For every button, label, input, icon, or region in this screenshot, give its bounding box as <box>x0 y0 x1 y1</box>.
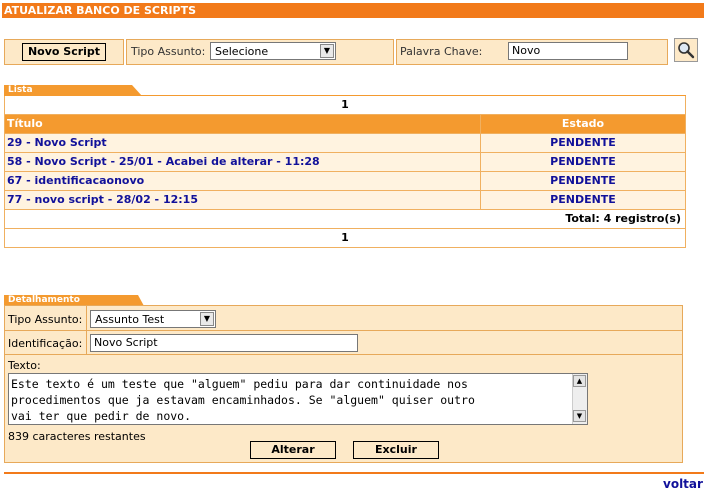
table-row[interactable]: 77 - novo script - 28/02 - 12:15 PENDENT… <box>5 191 685 210</box>
identificacao-input[interactable]: Novo Script <box>90 334 358 352</box>
scripts-table: 1 Título Estado 29 - Novo Script PENDENT… <box>4 96 686 248</box>
table-row[interactable]: 67 - identificacaonovo PENDENTE <box>5 172 685 191</box>
column-header-title: Título <box>5 115 481 133</box>
row-title[interactable]: 29 - Novo Script <box>5 134 481 152</box>
voltar-link[interactable]: voltar <box>663 477 703 491</box>
new-script-button[interactable]: Novo Script <box>22 43 106 61</box>
table-header: Título Estado <box>5 115 685 134</box>
page-number[interactable]: 1 <box>341 231 349 244</box>
row-title[interactable]: 58 - Novo Script - 25/01 - Acabei de alt… <box>5 153 481 171</box>
texto-content[interactable]: Este texto é um teste que "alguem" pediu… <box>11 376 571 424</box>
total-row: Total: 4 registro(s) <box>5 210 685 229</box>
table-row[interactable]: 29 - Novo Script PENDENTE <box>5 134 685 153</box>
pager-bottom: 1 <box>5 229 685 248</box>
palavra-chave-label: Palavra Chave: <box>400 45 483 58</box>
search-button[interactable] <box>674 38 698 62</box>
page-number[interactable]: 1 <box>341 98 349 111</box>
row-status: PENDENTE <box>550 136 616 149</box>
chevron-down-icon[interactable]: ▼ <box>200 312 214 326</box>
tipo-assunto-label: Tipo Assunto: <box>131 45 206 58</box>
scroll-down-icon[interactable]: ▼ <box>573 410 586 422</box>
row-status: PENDENTE <box>550 174 616 187</box>
row-status: PENDENTE <box>550 193 616 206</box>
column-header-status: Estado <box>561 117 605 130</box>
detail-tipo-assunto-label: Tipo Assunto: <box>8 313 83 326</box>
palavra-chave-input[interactable]: Novo <box>508 42 628 60</box>
detail-tipo-assunto-value: Assunto Test <box>95 313 165 326</box>
row-title[interactable]: 67 - identificacaonovo <box>5 172 481 190</box>
excluir-button[interactable]: Excluir <box>353 441 439 459</box>
divider <box>5 354 682 355</box>
divider <box>5 330 682 331</box>
page-title: ATUALIZAR BANCO DE SCRIPTS <box>4 4 197 17</box>
chars-remaining: 839 caracteres restantes <box>8 430 146 443</box>
alterar-button[interactable]: Alterar <box>250 441 336 459</box>
table-row[interactable]: 58 - Novo Script - 25/01 - Acabei de alt… <box>5 153 685 172</box>
chevron-down-icon[interactable]: ▼ <box>320 44 334 58</box>
footer-divider <box>4 472 704 474</box>
row-status: PENDENTE <box>550 155 616 168</box>
tipo-assunto-select-value: Selecione <box>215 45 269 58</box>
texto-label: Texto: <box>8 359 41 372</box>
scroll-up-icon[interactable]: ▲ <box>573 375 586 387</box>
identificacao-label: Identificação: <box>8 337 83 350</box>
pager-top: 1 <box>5 96 685 115</box>
search-icon <box>678 42 695 59</box>
row-title[interactable]: 77 - novo script - 28/02 - 12:15 <box>5 191 481 209</box>
